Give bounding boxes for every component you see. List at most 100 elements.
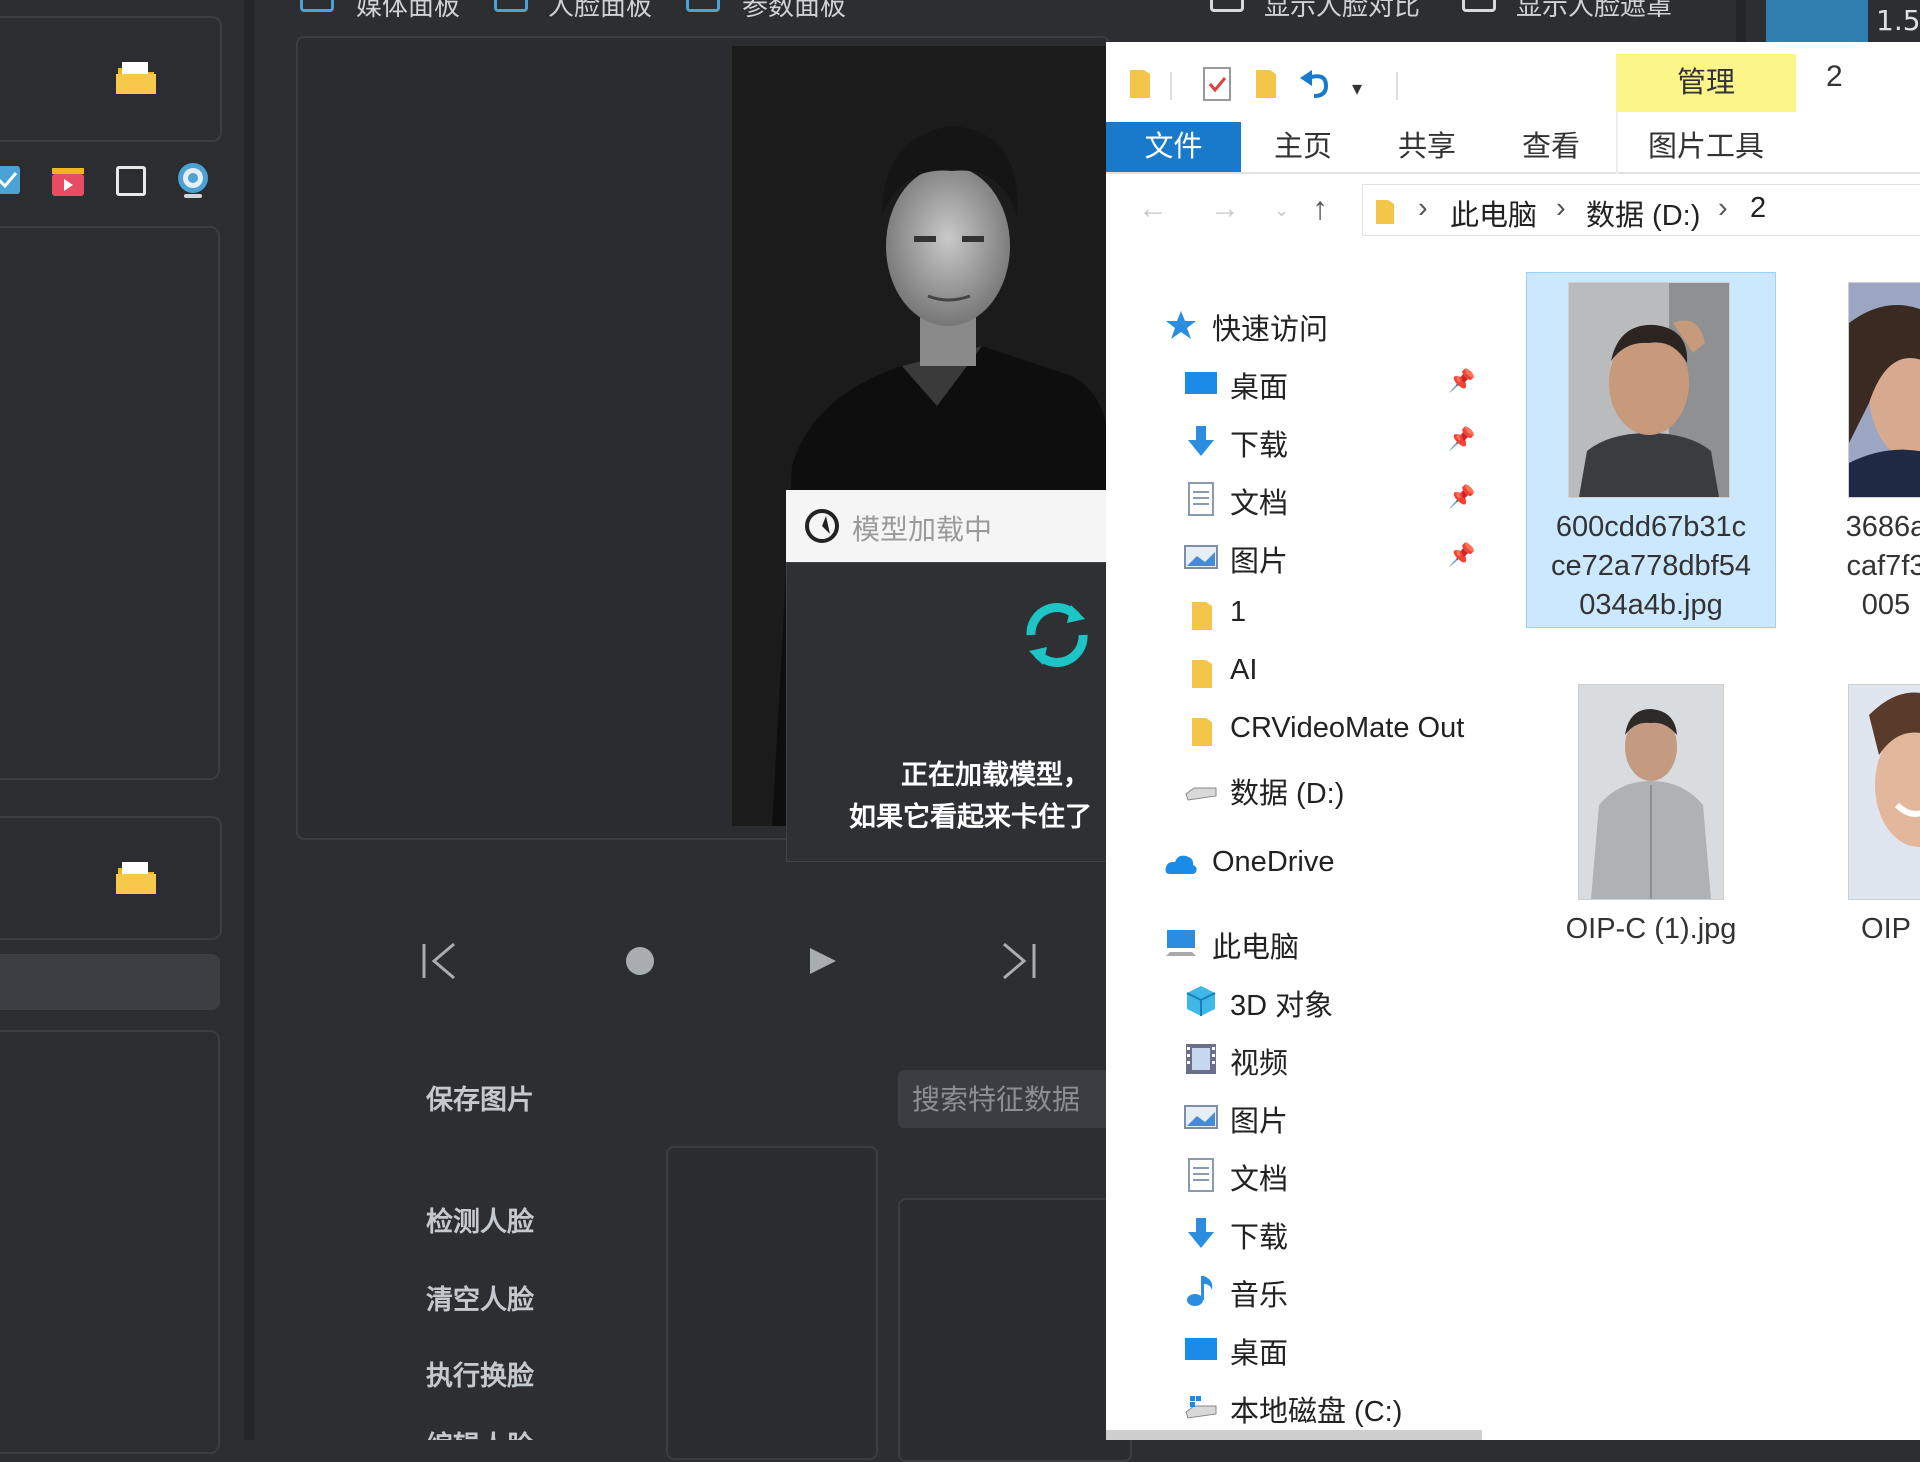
skip-to-end-icon[interactable] — [990, 936, 1050, 986]
nav-drive-c[interactable]: 本地磁盘 (C:) — [1106, 1382, 1476, 1432]
media-source-panel — [0, 16, 222, 142]
media-panel-checkbox[interactable] — [300, 0, 334, 12]
nav-music[interactable]: 音乐 — [1106, 1266, 1476, 1316]
folder-icon — [1376, 200, 1394, 224]
file-thumbnail-2[interactable] — [1848, 282, 1920, 498]
nav-folder-1[interactable]: 1 — [1106, 590, 1476, 640]
breadcrumb-chevron-icon[interactable]: › — [1718, 192, 1728, 225]
nav-quick-access[interactable]: 快速访问 — [1106, 300, 1476, 350]
nav-pictures[interactable]: 图片 📌 — [1106, 532, 1476, 582]
customize-toolbar-dropdown[interactable]: ▾ — [1352, 76, 1362, 101]
nav-videos[interactable]: 视频 — [1106, 1034, 1476, 1084]
play-icon[interactable] — [790, 936, 850, 986]
file-explorer-window: ▾ 管理 2 文件 主页 共享 查看 图片工具 ← → ⌄ ↑ › 此电脑 › … — [1106, 42, 1920, 1440]
file-name-line: OIP-C (1).jpg — [1565, 913, 1737, 945]
file-name-line: ce72a778dbf54 — [1551, 550, 1751, 582]
pin-icon[interactable]: 📌 — [1448, 542, 1475, 568]
feature-search-input[interactable] — [898, 1070, 1110, 1128]
new-folder-icon[interactable] — [1254, 66, 1278, 100]
top-divider — [1736, 0, 1746, 42]
detect-faces-button[interactable]: 检测人脸 — [426, 1200, 534, 1239]
nav-pc-pictures[interactable]: 图片 — [1106, 1092, 1476, 1142]
face-panel-checkbox[interactable] — [494, 0, 528, 12]
breadcrumb-chevron-icon[interactable]: › — [1418, 192, 1428, 225]
nav-drive-d[interactable]: 数据 (D:) — [1106, 764, 1476, 814]
webcam-icon[interactable] — [174, 160, 212, 200]
breadcrumb-this-pc[interactable]: 此电脑 — [1450, 192, 1537, 234]
save-image-button[interactable]: 保存图片 — [426, 1078, 534, 1117]
media-list-panel — [0, 226, 220, 780]
computer-icon — [1166, 930, 1196, 956]
pin-icon[interactable]: 📌 — [1448, 426, 1475, 452]
video-clapper-icon[interactable] — [50, 164, 86, 198]
file-thumbnail-3[interactable] — [1578, 684, 1724, 900]
toolbar-separator — [1170, 72, 1172, 100]
tab-picture-tools[interactable]: 图片工具 — [1648, 122, 1764, 172]
tab-file[interactable]: 文件 — [1106, 122, 1241, 172]
folder-icon[interactable] — [114, 858, 158, 898]
nav-folder-ai[interactable]: AI — [1106, 648, 1476, 698]
param-panel-checkbox[interactable] — [686, 0, 720, 12]
face-filter-bar[interactable] — [0, 954, 220, 1010]
nav-pc-downloads[interactable]: 下载 — [1106, 1208, 1476, 1258]
nav-scrollbar[interactable] — [1106, 1430, 1482, 1440]
cloud-icon — [1165, 855, 1197, 874]
show-face-mask-checkbox[interactable] — [1462, 0, 1496, 12]
system-drive-icon — [1185, 1396, 1217, 1419]
show-face-compare-checkbox[interactable] — [1210, 0, 1244, 12]
checkbox-checked-icon[interactable] — [0, 166, 20, 194]
nav-3d-objects[interactable]: 3D 对象 — [1106, 976, 1476, 1026]
folder-icon[interactable] — [1128, 66, 1152, 100]
breadcrumb-chevron-icon[interactable]: › — [1556, 192, 1566, 225]
folder-icon[interactable] — [114, 58, 158, 98]
window-title: 2 — [1826, 60, 1843, 93]
feature-search-box[interactable] — [898, 1070, 1110, 1128]
desktop-icon — [1185, 1338, 1217, 1360]
folder-icon — [1192, 660, 1212, 688]
manage-context-tab[interactable]: 管理 — [1616, 54, 1796, 112]
drive-icon — [1185, 787, 1217, 801]
tab-view[interactable]: 查看 — [1522, 122, 1580, 172]
desktop-icon — [1185, 372, 1217, 394]
panel-splitter[interactable] — [244, 0, 254, 1440]
download-icon — [1188, 426, 1214, 456]
breadcrumb-folder-2[interactable]: 2 — [1750, 192, 1766, 225]
nav-folder-crvideomate-out[interactable]: CRVideoMate Out — [1106, 706, 1476, 756]
square-select-icon[interactable] — [116, 166, 146, 196]
tab-home[interactable]: 主页 — [1274, 122, 1332, 172]
recent-locations-icon[interactable]: ⌄ — [1274, 200, 1289, 221]
nav-this-pc[interactable]: 此电脑 — [1106, 918, 1476, 968]
media-panel-label: 媒体面板 — [356, 0, 461, 22]
film-icon — [1186, 1044, 1216, 1074]
pin-icon[interactable]: 📌 — [1448, 484, 1475, 510]
face-photo-thumbnail — [1849, 685, 1920, 899]
breadcrumb-drive-d[interactable]: 数据 (D:) — [1586, 192, 1700, 234]
tab-share[interactable]: 共享 — [1398, 122, 1456, 172]
slider-fill[interactable] — [1766, 0, 1868, 44]
nav-pc-desktop[interactable]: 桌面 — [1106, 1324, 1476, 1374]
pin-icon[interactable]: 📌 — [1448, 368, 1475, 394]
skip-to-start-icon[interactable] — [412, 936, 472, 986]
nav-downloads[interactable]: 下载 📌 — [1106, 416, 1476, 466]
up-arrow-icon[interactable]: ↑ — [1312, 190, 1328, 227]
clear-faces-button[interactable]: 清空人脸 — [426, 1278, 534, 1317]
back-arrow-icon[interactable]: ← — [1138, 192, 1168, 226]
swap-faces-button[interactable]: 执行换脸 — [426, 1354, 534, 1393]
record-icon[interactable] — [610, 936, 670, 986]
pictures-icon — [1184, 1105, 1218, 1129]
nav-onedrive[interactable]: OneDrive — [1106, 840, 1476, 890]
context-tab-border — [1616, 112, 1618, 174]
file-thumbnail-4[interactable] — [1848, 684, 1920, 900]
download-icon — [1188, 1218, 1214, 1248]
nav-documents[interactable]: 文档 📌 — [1106, 474, 1476, 524]
nav-pc-documents[interactable]: 文档 — [1106, 1150, 1476, 1200]
edit-faces-button[interactable]: 编辑人脸 — [426, 1424, 534, 1440]
document-icon — [1188, 1158, 1214, 1192]
loading-dialog-title: 模型加载中 — [852, 513, 993, 546]
corner-value: 1.5 — [1876, 4, 1920, 37]
forward-arrow-icon[interactable]: → — [1210, 192, 1240, 226]
properties-icon[interactable] — [1202, 66, 1232, 102]
toolbar-separator — [1396, 72, 1398, 100]
nav-desktop[interactable]: 桌面 📌 — [1106, 358, 1476, 408]
undo-icon[interactable] — [1298, 66, 1332, 100]
